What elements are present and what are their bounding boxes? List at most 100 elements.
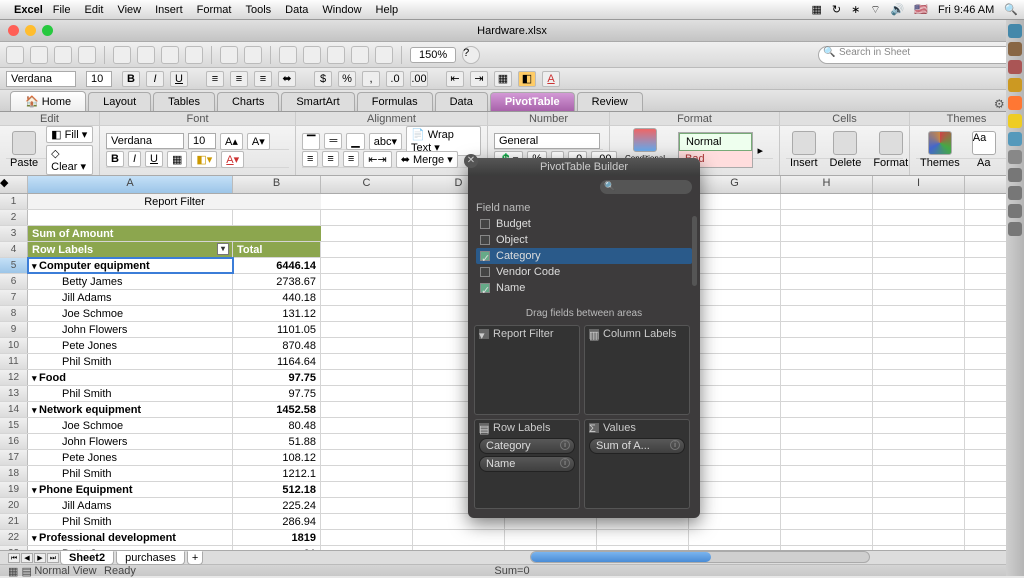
cell[interactable] (781, 322, 873, 337)
cell[interactable] (873, 274, 965, 289)
paste-big-button[interactable]: Paste (6, 131, 42, 169)
pivot-field-vendor-code[interactable]: Vendor Code (476, 264, 692, 280)
cell[interactable] (689, 210, 781, 225)
redo-button[interactable] (244, 46, 262, 64)
cell[interactable] (321, 402, 413, 417)
row-header[interactable]: 11 (0, 354, 28, 369)
dock-app-1[interactable] (1008, 24, 1022, 38)
dock-app-9[interactable] (1008, 168, 1022, 182)
cell[interactable] (321, 274, 413, 289)
row-header[interactable]: 5 (0, 258, 28, 273)
cell[interactable]: Food (28, 370, 233, 385)
pivot-area-report-filter[interactable]: ▾Report Filter (474, 325, 580, 415)
tab-review[interactable]: Review (577, 92, 643, 111)
pivot-area-values[interactable]: ΣValues Sum of A...i (584, 419, 690, 509)
pivot-close-icon[interactable]: ✕ (464, 154, 478, 168)
cell[interactable] (689, 370, 781, 385)
filter-button[interactable] (351, 46, 369, 64)
volume-icon[interactable]: 🔊 (891, 3, 905, 16)
help-button[interactable]: ? (462, 46, 480, 64)
pivot-value-item-sum[interactable]: Sum of A...i (589, 438, 685, 454)
cell[interactable] (781, 466, 873, 481)
menu-help[interactable]: Help (376, 4, 399, 16)
print-button[interactable] (78, 46, 96, 64)
font-color-button-r[interactable]: A▾ (221, 151, 244, 168)
currency-button[interactable]: $ (314, 71, 332, 87)
copy-button[interactable] (137, 46, 155, 64)
align-bot[interactable]: ▁ (346, 133, 364, 150)
dock-app-4[interactable] (1008, 78, 1022, 92)
cell[interactable] (873, 434, 965, 449)
delete-cells-button[interactable]: Delete (826, 131, 866, 169)
cell[interactable] (321, 194, 413, 209)
dock-app-10[interactable] (1008, 186, 1022, 200)
sync-icon[interactable]: ↻ (832, 3, 841, 16)
cell[interactable] (321, 498, 413, 513)
cell[interactable] (689, 322, 781, 337)
tab-layout[interactable]: Layout (88, 92, 151, 111)
underline-button-2[interactable]: U (170, 71, 188, 87)
cell[interactable] (689, 450, 781, 465)
cell[interactable] (689, 386, 781, 401)
new-button[interactable] (6, 46, 24, 64)
cell[interactable]: Report Filter (28, 194, 321, 209)
cell[interactable]: 80.48 (233, 418, 321, 433)
sheet-nav-last[interactable]: ⏭ (47, 553, 59, 563)
themes-button[interactable]: Themes (916, 131, 964, 169)
cell[interactable]: 225.24 (233, 498, 321, 513)
close-window-icon[interactable] (8, 25, 19, 36)
borders-button[interactable]: ▦ (494, 71, 512, 87)
pivottable-builder-panel[interactable]: ✕ PivotTable Builder 🔍 Field name Budget… (468, 158, 700, 518)
menu-view[interactable]: View (117, 4, 141, 16)
cell[interactable] (689, 434, 781, 449)
row-header[interactable]: 4 (0, 242, 28, 257)
cell[interactable] (873, 242, 965, 257)
cell[interactable] (689, 418, 781, 433)
tab-data[interactable]: Data (435, 92, 488, 111)
tab-charts[interactable]: Charts (217, 92, 279, 111)
pivot-area-row-labels[interactable]: ▤Row Labels Categoryi Namei (474, 419, 580, 509)
cell[interactable] (781, 450, 873, 465)
cell[interactable] (781, 498, 873, 513)
fill-color-button[interactable]: ◧ (518, 71, 536, 87)
row-header[interactable]: 13 (0, 386, 28, 401)
indent-out-button[interactable]: ⇤ (446, 71, 464, 87)
sheet-nav-first[interactable]: ⏮ (8, 553, 20, 563)
cell[interactable] (233, 210, 321, 225)
row-header[interactable]: 19 (0, 482, 28, 497)
menu-format[interactable]: Format (197, 4, 232, 16)
spotlight-icon[interactable]: 🔍 (1004, 3, 1018, 16)
pivot-panel-header[interactable]: ✕ PivotTable Builder (468, 158, 700, 176)
cell[interactable]: Phil Smith (28, 386, 233, 401)
cell[interactable] (689, 354, 781, 369)
menu-window[interactable]: Window (322, 4, 361, 16)
cell[interactable] (873, 338, 965, 353)
cell[interactable] (781, 514, 873, 529)
toolbox-button[interactable] (375, 46, 393, 64)
cell[interactable] (321, 466, 413, 481)
cell[interactable]: Sum of Amount (28, 226, 321, 241)
align-right[interactable]: ≡ (343, 151, 359, 167)
sheet-tab-purchases[interactable]: purchases (116, 551, 185, 565)
row-header[interactable]: 8 (0, 306, 28, 321)
fill-button[interactable]: ◧ Fill ▾ (46, 126, 93, 143)
italic-button-2[interactable]: I (146, 71, 164, 87)
cell[interactable]: 51.88 (233, 434, 321, 449)
cell[interactable] (689, 466, 781, 481)
dec-decimal-button[interactable]: .00 (410, 71, 428, 87)
sheet-tab-sheet2[interactable]: Sheet2 (60, 551, 114, 565)
cell[interactable]: 870.48 (233, 338, 321, 353)
cell[interactable] (321, 530, 413, 545)
cell[interactable]: Computer equipment (28, 258, 233, 273)
cell[interactable] (873, 402, 965, 417)
col-header-a[interactable]: A (28, 176, 233, 193)
menu-tools[interactable]: Tools (245, 4, 271, 16)
sort-asc-button[interactable] (303, 46, 321, 64)
cell[interactable] (28, 210, 233, 225)
row-header[interactable]: 18 (0, 466, 28, 481)
checkbox-icon[interactable] (480, 267, 490, 277)
row-header[interactable]: 6 (0, 274, 28, 289)
merge-2[interactable]: ⬌ (278, 71, 296, 87)
menu-file[interactable]: File (53, 4, 71, 16)
cell[interactable] (781, 338, 873, 353)
